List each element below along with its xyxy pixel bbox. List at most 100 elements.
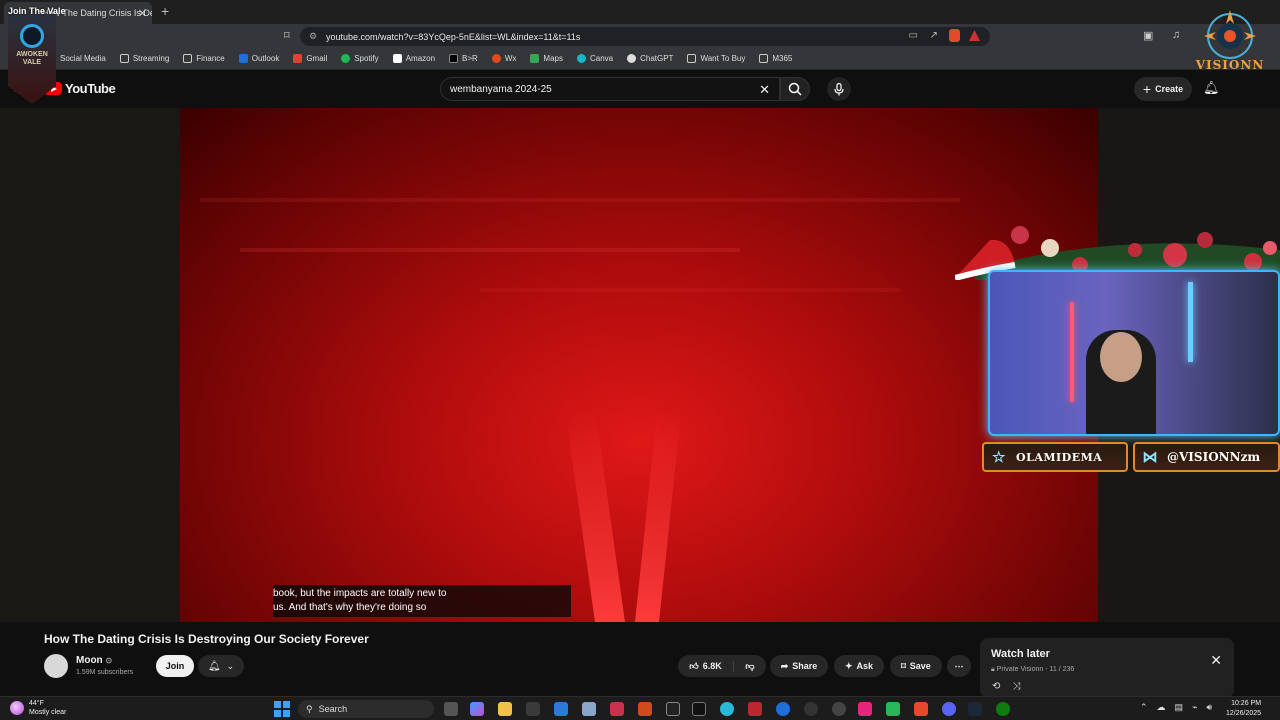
like-button[interactable]: 👍︎ 6.8K	[678, 660, 734, 672]
bookmark-streaming[interactable]: Streaming	[119, 54, 169, 63]
channel-name[interactable]: Moon ⊙	[76, 655, 112, 666]
bookmark-canva[interactable]: Canva	[576, 54, 613, 63]
bookmark-wx[interactable]: Wx	[491, 54, 516, 63]
brave-shield-icon[interactable]	[949, 29, 960, 42]
network-icon[interactable]: ▤	[1175, 702, 1184, 713]
video-scene-shape	[565, 412, 625, 622]
close-tab-icon[interactable]: ✕	[138, 7, 147, 20]
playlist-title[interactable]: Watch later	[991, 648, 1050, 660]
eye-icon	[20, 24, 44, 48]
bookmark-outlook[interactable]: Outlook	[238, 54, 279, 63]
bookmark-social-media[interactable]: Social Media	[60, 54, 106, 63]
search-icon: ⚲	[306, 703, 313, 714]
brave-icon[interactable]	[914, 702, 928, 716]
bookmark-chatgpt[interactable]: ChatGPT	[627, 54, 673, 63]
bookmark-finance[interactable]: Finance	[183, 54, 225, 63]
video-title: How The Dating Crisis Is Destroying Our …	[44, 632, 369, 646]
site-info-icon[interactable]: ⚙	[309, 31, 317, 42]
bookmark-maps[interactable]: Maps	[530, 54, 563, 63]
channel-avatar[interactable]	[44, 654, 68, 678]
dislike-button[interactable]: 👎︎	[734, 661, 766, 672]
edge-icon[interactable]	[720, 702, 734, 716]
brave-rewards-icon[interactable]	[969, 30, 980, 41]
share-page-icon[interactable]: ↗	[930, 30, 938, 41]
app-icon[interactable]	[582, 702, 596, 716]
bookmark-spotify[interactable]: Spotify	[341, 54, 379, 63]
vale-logo-text: AWOKEN VALE	[16, 51, 48, 66]
wx-icon	[491, 54, 501, 63]
folder-icon	[183, 54, 193, 63]
app-icon[interactable]	[666, 702, 680, 716]
canva-icon	[576, 54, 586, 63]
subscription-bell-button[interactable]: 🔔︎ ⌄	[198, 655, 244, 677]
share-button[interactable]: ➦ Share	[770, 655, 828, 677]
task-view-icon[interactable]	[444, 702, 458, 716]
thumbs-down-icon: 👎︎	[745, 660, 755, 671]
neon-light-blue	[1188, 282, 1193, 362]
steam-icon[interactable]	[968, 702, 982, 716]
cloud-icon[interactable]: ☁	[1157, 702, 1166, 713]
url-field[interactable]: ⚙ youtube.com/watch?v=83YcQep-5nE&list=W…	[300, 27, 990, 46]
app-icon[interactable]	[638, 702, 652, 716]
chevron-down-icon: ⌄	[226, 660, 235, 671]
like-dislike-group: 👍︎ 6.8K 👎︎	[678, 655, 766, 677]
ask-button[interactable]: ✦ Ask	[834, 655, 884, 677]
notifications-bell-icon[interactable]: 🔔︎	[1203, 80, 1220, 96]
voice-search-button[interactable]	[827, 77, 851, 101]
media-icon[interactable]: ♫	[1172, 29, 1180, 41]
save-button[interactable]: ⌑ Save	[890, 655, 942, 677]
chevron-up-icon[interactable]: ⌃	[1140, 702, 1148, 713]
app-icon[interactable]	[804, 702, 818, 716]
app-icon[interactable]	[776, 702, 790, 716]
join-the-vale-text: Join The Vale	[8, 6, 66, 16]
join-button[interactable]: Join	[156, 655, 194, 677]
more-actions-button[interactable]: ⋯	[947, 655, 971, 677]
create-button[interactable]: + Create	[1134, 77, 1192, 101]
volume-icon[interactable]: 🔊︎	[1206, 702, 1212, 713]
bookmark-star-icon[interactable]: ⌑	[284, 29, 290, 42]
file-explorer-icon[interactable]	[498, 702, 512, 716]
app-icon[interactable]	[832, 702, 846, 716]
folder-icon	[759, 54, 769, 63]
microphone-icon[interactable]: ⌁	[1192, 702, 1197, 713]
tiktok-icon[interactable]	[858, 702, 872, 716]
app-icon[interactable]	[692, 702, 706, 716]
app-icon[interactable]	[748, 702, 762, 716]
folder-icon	[687, 54, 697, 63]
shuffle-icon[interactable]: ⤨	[1012, 681, 1020, 692]
new-tab-button[interactable]: +	[161, 3, 169, 19]
photos-icon[interactable]	[554, 702, 568, 716]
cast-icon[interactable]: ▭	[909, 30, 918, 41]
bookmark-br[interactable]: B>R	[449, 54, 478, 63]
app-icon[interactable]	[610, 702, 624, 716]
terminal-icon[interactable]	[526, 702, 540, 716]
bookmark-m365[interactable]: M365	[759, 54, 792, 63]
share-nodes-icon: ⋈	[1142, 448, 1158, 466]
app-icon[interactable]	[886, 702, 900, 716]
search-button[interactable]	[780, 77, 810, 101]
sidebar-icon[interactable]: ▣	[1143, 29, 1153, 42]
verified-icon: ⊙	[105, 656, 113, 665]
clear-search-icon[interactable]: ✕	[759, 82, 770, 98]
outlook-icon	[238, 54, 248, 63]
bookmark-want-to-buy[interactable]: Want To Buy	[687, 54, 745, 63]
chatgpt-icon	[627, 54, 637, 63]
clock[interactable]: 10:26 PM 12/26/2025	[1226, 699, 1261, 719]
bookmark-amazon[interactable]: Amazon	[392, 54, 435, 63]
close-playlist-icon[interactable]: ✕	[1210, 652, 1222, 669]
youtube-header: ≡ YouTube wembanyama 2024-25 ✕ + Create …	[0, 70, 1280, 108]
copilot-icon[interactable]	[470, 702, 484, 716]
star-icon: ☆	[992, 448, 1006, 466]
start-button[interactable]	[274, 701, 290, 717]
weather-widget[interactable]: 44°F Mostly clear	[10, 699, 66, 717]
taskbar-search[interactable]: ⚲ Search	[298, 700, 434, 718]
xbox-icon[interactable]	[996, 702, 1010, 716]
video-player[interactable]: book, but the impacts are totally new to…	[180, 108, 1098, 622]
search-input[interactable]: wembanyama 2024-25 ✕	[440, 77, 780, 101]
visionn-logo-text: VISIONN	[1195, 58, 1265, 72]
loop-icon[interactable]: ⟲	[992, 681, 1000, 692]
discord-icon[interactable]	[942, 702, 956, 716]
bookmark-gmail[interactable]: Gmail	[293, 54, 327, 63]
maps-icon	[530, 54, 540, 63]
address-bar-row: ⌑ ⚙ youtube.com/watch?v=83YcQep-5nE&list…	[0, 24, 1280, 48]
